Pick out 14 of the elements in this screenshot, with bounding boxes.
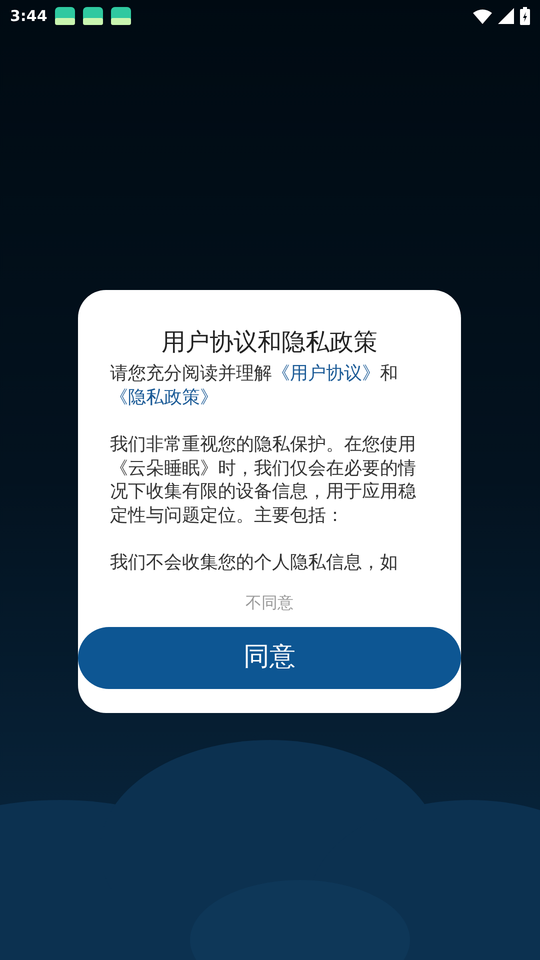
status-time: 3:44 xyxy=(10,6,48,27)
battery-icon xyxy=(520,7,530,25)
policy-link[interactable]: 《隐私政策》 xyxy=(110,386,218,408)
policy-paragraph: 我们不会收集您的个人隐私信息，如 xyxy=(110,551,399,574)
policy-link[interactable]: 《用户协议》 xyxy=(272,363,380,384)
agree-button[interactable]: 同意 xyxy=(78,626,461,688)
app-notification-icon xyxy=(83,7,104,25)
policy-paragraph: 我们非常重视您的隐私保护。在您使用《云朵睡眠》时，我们仅会在必要的情况下收集有限的设备信息，用于应用稳定性与问题定位。主要包括： xyxy=(110,433,417,527)
app-notification-icon xyxy=(55,7,76,25)
app-notification-icon xyxy=(111,7,132,25)
dialog-title: 用户协议和隐私政策 xyxy=(160,327,378,358)
wifi-icon xyxy=(473,8,492,24)
signal-icon xyxy=(498,8,514,24)
consent-intro: 请您充分阅读并理解《用户协议》和 《隐私政策》 xyxy=(110,362,399,409)
